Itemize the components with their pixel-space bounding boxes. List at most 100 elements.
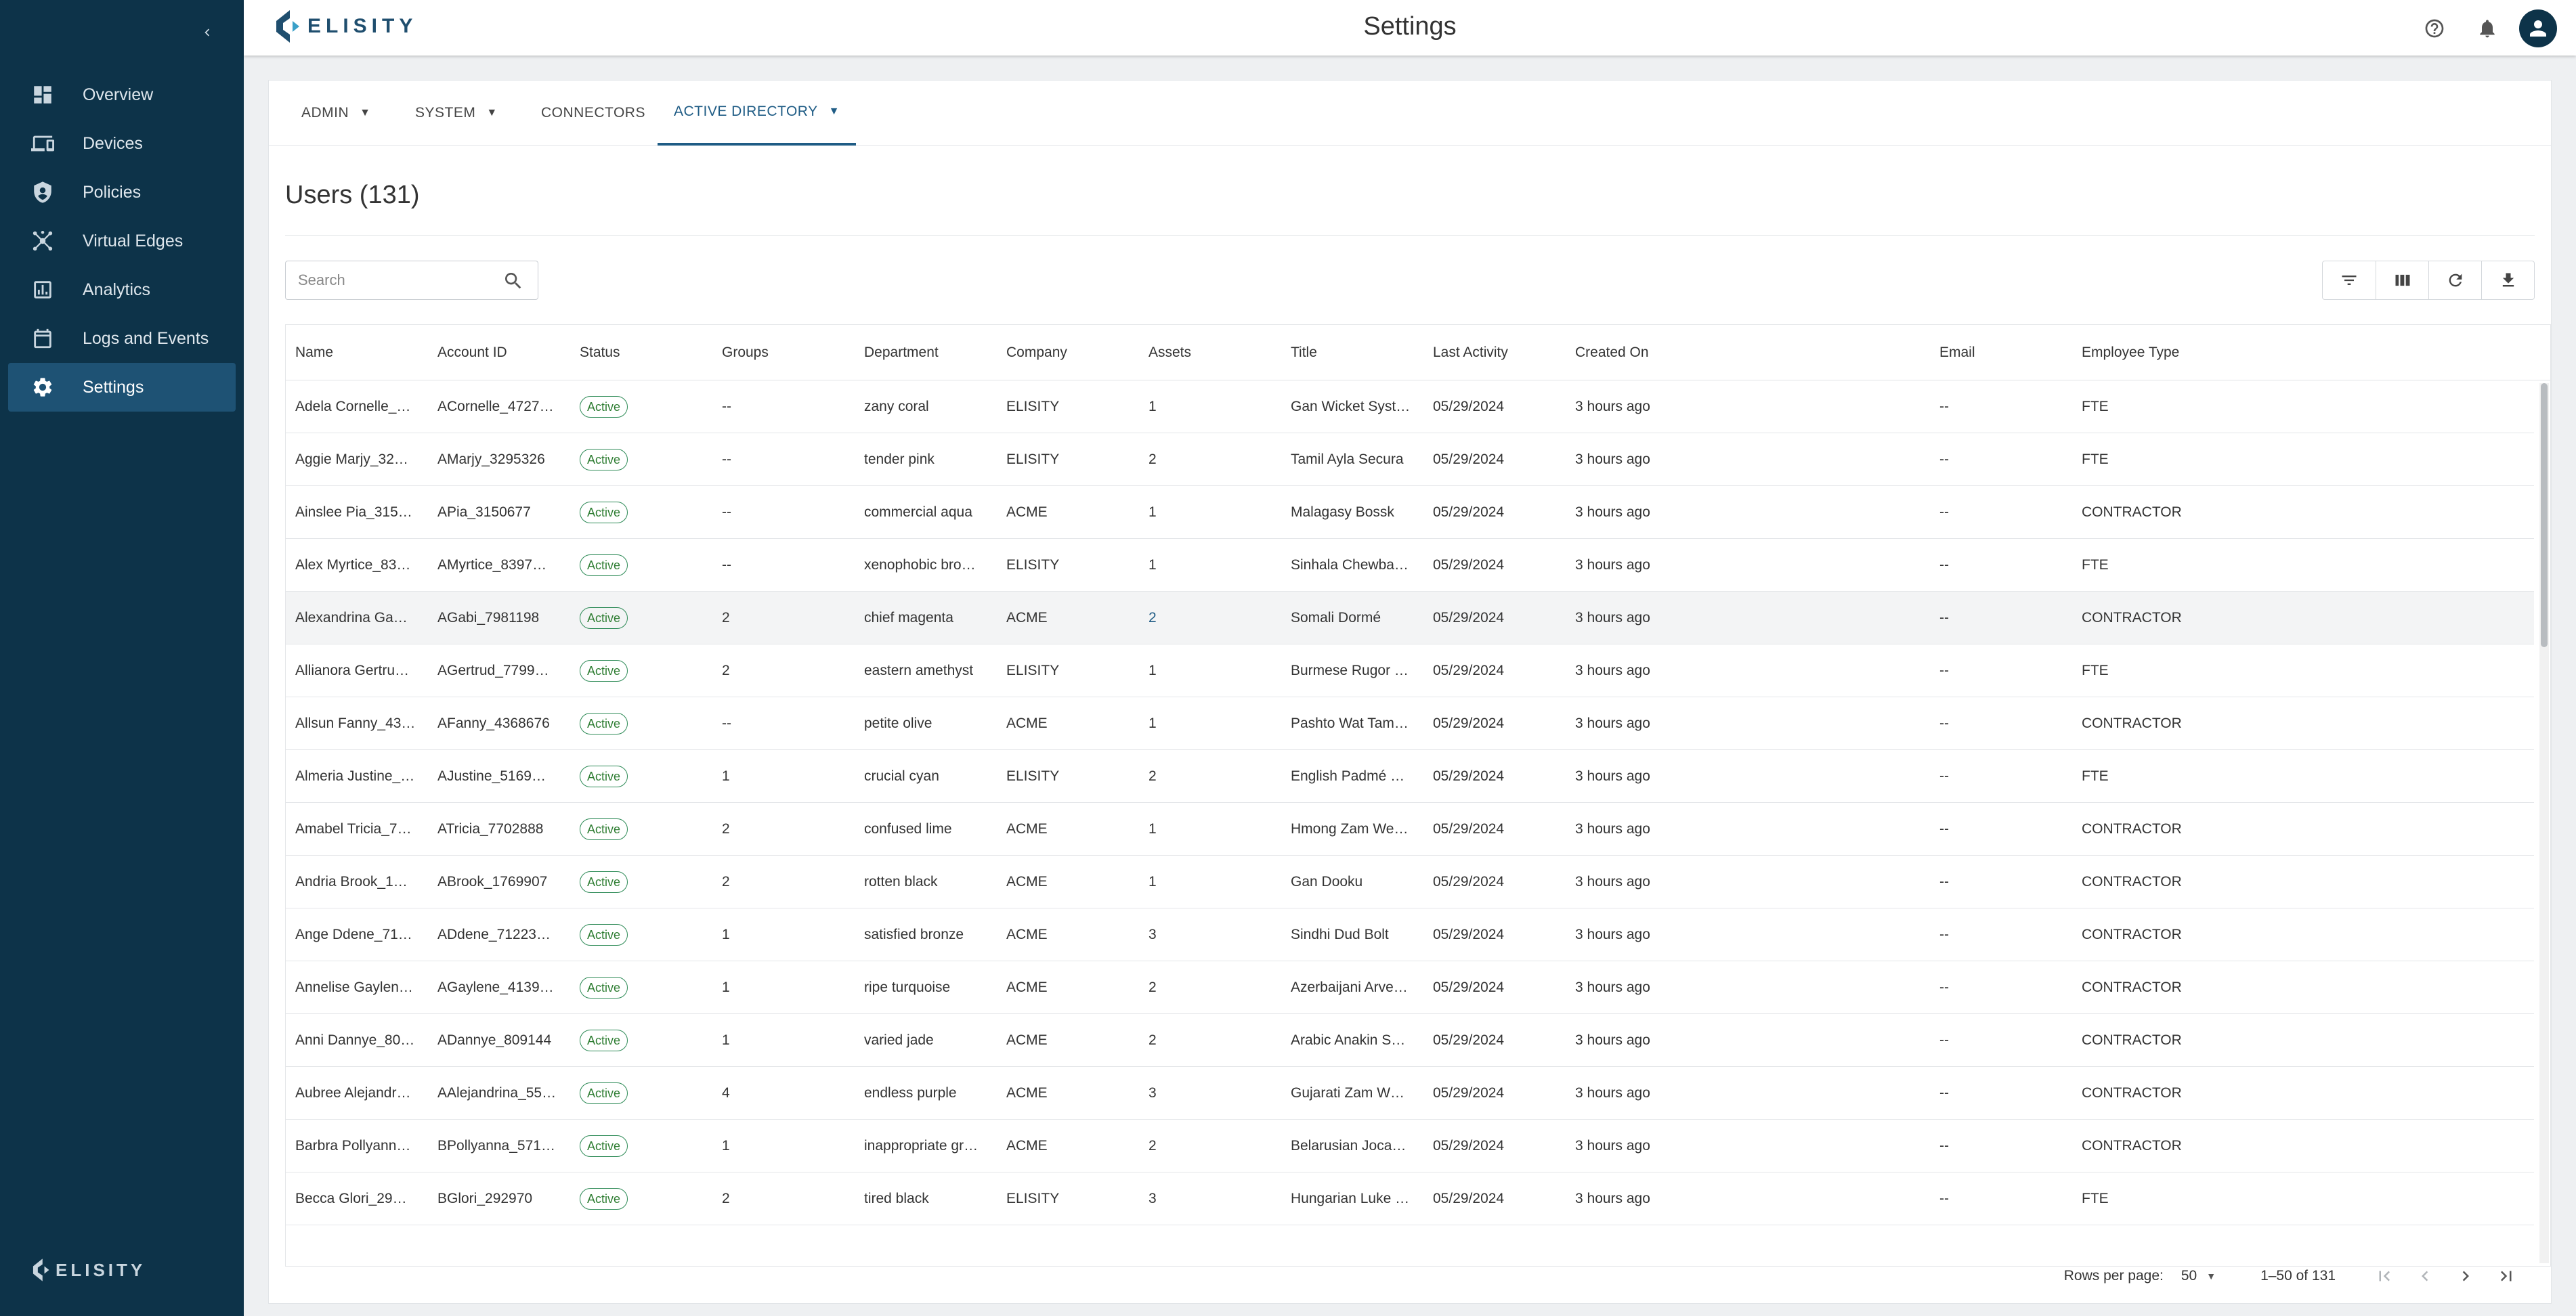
table-row[interactable]: Almeria Justine_… AJustine_5169… Active 1 cr… bbox=[286, 750, 2534, 803]
notifications-button[interactable] bbox=[2469, 10, 2506, 47]
status-badge: Active bbox=[580, 554, 628, 577]
status-cell: Active bbox=[580, 1120, 712, 1172]
sidebar-item-devices[interactable]: Devices bbox=[8, 119, 236, 168]
email-cell: -- bbox=[1939, 557, 1949, 573]
status-badge: Active bbox=[580, 502, 628, 524]
status-badge: Active bbox=[580, 977, 628, 999]
last-activity-cell: 05/29/2024 bbox=[1433, 874, 1505, 890]
created-on-cell: 3 hours ago bbox=[1575, 1138, 1650, 1154]
email-cell: -- bbox=[1939, 821, 1949, 837]
assets-cell: 1 bbox=[1149, 399, 1157, 414]
last-activity-cell: 05/29/2024 bbox=[1433, 399, 1505, 414]
company-cell: ELISITY bbox=[1006, 399, 1060, 414]
column-header-company[interactable]: Company bbox=[1006, 325, 1067, 380]
search-icon[interactable] bbox=[502, 270, 524, 292]
rows-per-page-select[interactable]: 50 ▼ bbox=[2181, 1268, 2216, 1284]
table-row[interactable]: Adela Cornelle_… ACornelle_4727… Active -- z… bbox=[286, 380, 2534, 433]
account-id-cell: ATricia_7702888 bbox=[437, 821, 544, 837]
title-cell: Azerbaijani Arve… bbox=[1291, 980, 1408, 995]
column-header-title[interactable]: Title bbox=[1291, 325, 1317, 380]
table-row[interactable]: Aggie Marjy_32… AMarjy_3295326 Active -- ten… bbox=[286, 433, 2534, 486]
table-row[interactable]: Allsun Fanny_43… AFanny_4368676 Active -- pe… bbox=[286, 697, 2534, 750]
column-header-status[interactable]: Status bbox=[580, 325, 620, 380]
table-row[interactable]: Annelise Gaylen… AGaylene_4139… Active 1 rip… bbox=[286, 961, 2534, 1014]
assets-cell[interactable]: 2 bbox=[1149, 592, 1281, 644]
assets-cell: 1 bbox=[1149, 821, 1157, 837]
title-cell: Gan Dooku bbox=[1291, 874, 1363, 890]
status-cell: Active bbox=[580, 961, 712, 1014]
department-cell: xenophobic bro… bbox=[864, 557, 976, 573]
columns-button[interactable] bbox=[2376, 261, 2428, 299]
search-box bbox=[285, 261, 538, 300]
account-avatar-button[interactable] bbox=[2519, 9, 2557, 47]
sidebar-item-settings[interactable]: Settings bbox=[8, 363, 236, 412]
refresh-button[interactable] bbox=[2428, 261, 2481, 299]
table-row[interactable]: Barbra Pollyann… BPollyanna_571… Active 1 in… bbox=[286, 1120, 2534, 1172]
column-header-created-on[interactable]: Created On bbox=[1575, 325, 1649, 380]
email-cell: -- bbox=[1939, 1191, 1949, 1206]
tab-admin[interactable]: ADMIN ▼ bbox=[301, 81, 371, 146]
sidebar-item-logs-and-events[interactable]: Logs and Events bbox=[8, 314, 236, 363]
last-activity-cell: 05/29/2024 bbox=[1433, 927, 1505, 942]
previous-page-button[interactable] bbox=[2405, 1256, 2445, 1296]
last-activity-cell: 05/29/2024 bbox=[1433, 1085, 1505, 1101]
table-row[interactable]: Ainslee Pia_315… APia_3150677 Active -- comm… bbox=[286, 486, 2534, 539]
help-button[interactable] bbox=[2416, 10, 2453, 47]
last-page-button[interactable] bbox=[2486, 1256, 2527, 1296]
caret-down-icon: ▼ bbox=[828, 106, 840, 117]
table-row[interactable]: Alexandrina Ga… AGabi_7981198 Active 2 chief… bbox=[286, 592, 2534, 644]
scrollbar-thumb[interactable] bbox=[2541, 383, 2548, 647]
column-header-last-activity[interactable]: Last Activity bbox=[1433, 325, 1508, 380]
table-row[interactable]: Allianora Gertru… AGertrud_7799… Active 2 ea… bbox=[286, 644, 2534, 697]
table-scrollbar[interactable] bbox=[2539, 383, 2549, 1263]
groups-cell: 1 bbox=[722, 1138, 730, 1154]
table-row[interactable]: Becca Glori_29… BGlori_292970 Active 2 tired… bbox=[286, 1172, 2534, 1225]
status-cell: Active bbox=[580, 697, 712, 750]
groups-cell: 2 bbox=[722, 874, 730, 890]
column-header-email[interactable]: Email bbox=[1939, 325, 1975, 380]
table-row[interactable]: Alex Myrtice_83… AMyrtice_8397… Active -- xe… bbox=[286, 539, 2534, 592]
tab-connectors[interactable]: CONNECTORS bbox=[541, 81, 645, 146]
employee-type-cell: CONTRACTOR bbox=[2082, 504, 2182, 520]
title-cell: Hungarian Luke … bbox=[1291, 1191, 1410, 1206]
calendar-log-icon bbox=[30, 326, 56, 351]
sidebar-item-analytics[interactable]: Analytics bbox=[8, 265, 236, 314]
download-button[interactable] bbox=[2481, 261, 2534, 299]
sidebar-item-overview[interactable]: Overview bbox=[8, 70, 236, 119]
tab-active-directory[interactable]: ACTIVE DIRECTORY ▼ bbox=[658, 81, 856, 146]
assets-cell: 2 bbox=[1149, 452, 1157, 467]
table-row[interactable]: Ange Ddene_71… ADdene_71223… Active 1 satisf… bbox=[286, 908, 2534, 961]
created-on-cell: 3 hours ago bbox=[1575, 1032, 1650, 1048]
assets-cell: 2 bbox=[1149, 1032, 1157, 1048]
column-header-name[interactable]: Name bbox=[295, 325, 333, 380]
groups-cell: 2 bbox=[722, 663, 730, 678]
filter-button[interactable] bbox=[2323, 261, 2376, 299]
next-page-button[interactable] bbox=[2445, 1256, 2486, 1296]
name-cell: Adela Cornelle_… bbox=[295, 399, 411, 414]
tab-system[interactable]: SYSTEM ▼ bbox=[415, 81, 498, 146]
first-page-button[interactable] bbox=[2364, 1256, 2405, 1296]
table-row[interactable]: Anni Dannye_80… ADannye_809144 Active 1 vari… bbox=[286, 1014, 2534, 1067]
last-activity-cell: 05/29/2024 bbox=[1433, 610, 1505, 626]
employee-type-cell: FTE bbox=[2082, 768, 2109, 784]
status-cell: Active bbox=[580, 1014, 712, 1067]
column-header-account-id[interactable]: Account ID bbox=[437, 325, 507, 380]
sidebar-item-policies[interactable]: Policies bbox=[8, 168, 236, 217]
title-cell: English Padmé … bbox=[1291, 768, 1405, 784]
column-header-department[interactable]: Department bbox=[864, 325, 939, 380]
search-input[interactable] bbox=[298, 271, 494, 289]
pagination: Rows per page: 50 ▼ 1–50 of 131 bbox=[2064, 1249, 2527, 1303]
department-cell: rotten black bbox=[864, 874, 938, 890]
collapse-sidebar-button[interactable] bbox=[195, 20, 219, 45]
table-row[interactable]: Andria Brook_1… ABrook_1769907 Active 2 rott… bbox=[286, 856, 2534, 908]
sidebar-item-virtual-edges[interactable]: Virtual Edges bbox=[8, 217, 236, 265]
table-row[interactable]: Amabel Tricia_7… ATricia_7702888 Active 2 co… bbox=[286, 803, 2534, 856]
department-cell: endless purple bbox=[864, 1085, 957, 1101]
status-cell: Active bbox=[580, 908, 712, 961]
table-row[interactable]: Aubree Alejandr… AAlejandrina_55… Active 4 e… bbox=[286, 1067, 2534, 1120]
groups-cell: 4 bbox=[722, 1085, 730, 1101]
column-header-employee-type[interactable]: Employee Type bbox=[2082, 325, 2179, 380]
column-header-groups[interactable]: Groups bbox=[722, 325, 769, 380]
gear-icon bbox=[30, 374, 56, 400]
column-header-assets[interactable]: Assets bbox=[1149, 325, 1191, 380]
